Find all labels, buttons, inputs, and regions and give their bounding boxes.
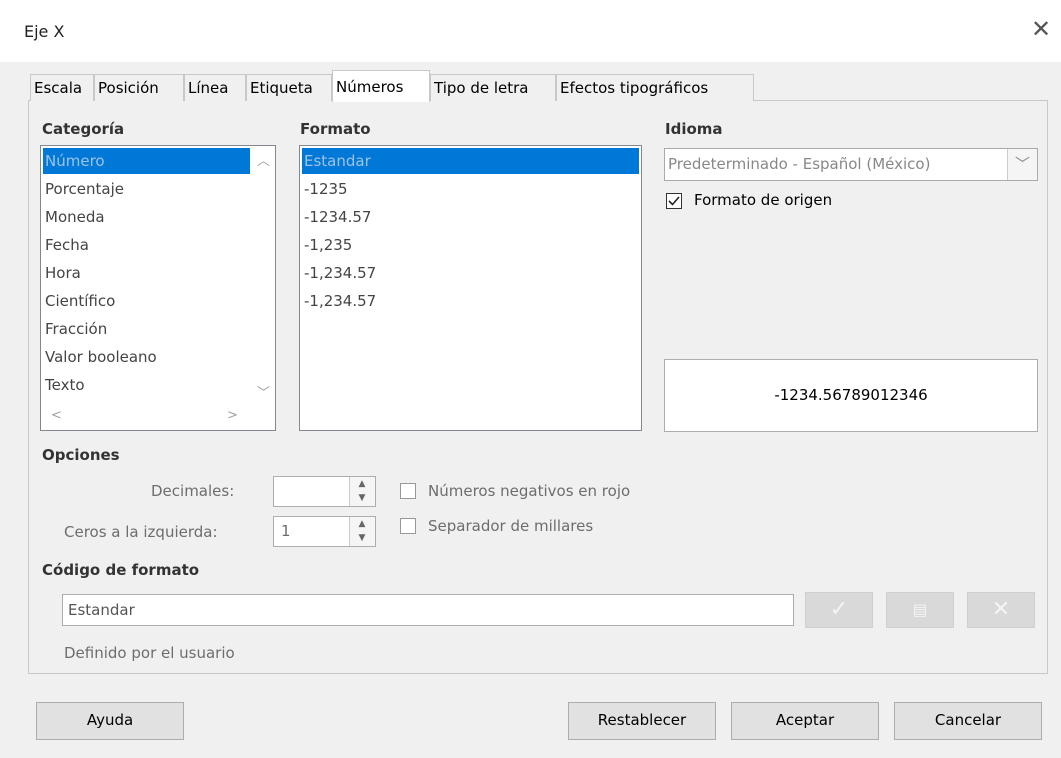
cancel-button[interactable]: Cancelar xyxy=(894,702,1042,740)
comment-format-button[interactable]: ▤ xyxy=(886,592,954,628)
separador-millares-checkbox[interactable] xyxy=(400,518,416,534)
list-item[interactable]: Valor booleano xyxy=(43,344,157,370)
scroll-left-icon[interactable]: < xyxy=(51,408,62,423)
ceros-spin-buttons[interactable]: ▲ ▼ xyxy=(349,517,375,546)
scroll-down-icon[interactable]: ﹀ xyxy=(257,382,270,401)
delete-icon: ✕ xyxy=(991,597,1011,622)
list-item[interactable]: -1235 xyxy=(302,176,348,202)
close-icon[interactable]: ✕ xyxy=(1028,16,1054,42)
format-preview: -1234.56789012346 xyxy=(664,359,1038,432)
tab-escala[interactable]: Escala xyxy=(30,74,94,101)
idioma-dropdown[interactable]: Predeterminado - Español (México) ﹀ xyxy=(664,148,1038,181)
ceros-izquierda-label: Ceros a la izquierda: xyxy=(64,523,218,541)
decimales-spin-buttons[interactable]: ▲ ▼ xyxy=(349,477,375,506)
delete-format-button[interactable]: ✕ xyxy=(967,592,1035,628)
ceros-stepper[interactable]: 1 ▲ ▼ xyxy=(273,516,376,547)
idioma-header: Idioma xyxy=(665,120,723,138)
reset-button[interactable]: Restablecer xyxy=(568,702,716,740)
chevron-down-icon[interactable]: ﹀ xyxy=(1007,149,1037,180)
list-item[interactable]: Fracción xyxy=(43,316,107,342)
list-item[interactable]: Estandar xyxy=(302,148,639,174)
list-item[interactable]: Científico xyxy=(43,288,115,314)
formato-origen-label: Formato de origen xyxy=(694,191,833,209)
list-item[interactable]: -1,234.57 xyxy=(302,260,376,286)
scroll-right-icon[interactable]: > xyxy=(227,408,238,423)
list-item[interactable]: -1,234.57 xyxy=(302,288,376,314)
spin-down-icon[interactable]: ▼ xyxy=(350,531,374,545)
spin-up-icon[interactable]: ▲ xyxy=(350,477,374,491)
list-item[interactable]: Número xyxy=(43,148,250,174)
vertical-scrollbar[interactable]: ︿ ﹀ xyxy=(250,146,275,402)
formato-origen-checkbox[interactable] xyxy=(666,193,682,209)
categoria-header: Categoría xyxy=(42,120,125,138)
list-item[interactable]: -1234.57 xyxy=(302,204,371,230)
tab-etiqueta[interactable]: Etiqueta xyxy=(246,74,332,101)
codigo-formato-header: Código de formato xyxy=(42,561,200,579)
ceros-value: 1 xyxy=(281,522,291,540)
separador-millares-label: Separador de millares xyxy=(428,517,594,535)
negativos-rojo-label: Números negativos en rojo xyxy=(428,482,631,500)
categoria-listbox[interactable]: Número Porcentaje Moneda Fecha Hora Cien… xyxy=(40,145,276,431)
accept-format-button[interactable]: ✓ xyxy=(805,592,873,628)
ok-button[interactable]: Aceptar xyxy=(731,702,879,740)
tab-posicion[interactable]: Posición xyxy=(94,74,184,101)
negativos-rojo-checkbox[interactable] xyxy=(400,483,416,499)
list-item[interactable]: -1,235 xyxy=(302,232,352,258)
spin-up-icon[interactable]: ▲ xyxy=(350,517,374,531)
decimales-label: Decimales: xyxy=(151,482,235,500)
definido-usuario-label: Definido por el usuario xyxy=(64,644,235,662)
tab-linea[interactable]: Línea xyxy=(184,74,246,101)
window-title: Eje X xyxy=(24,22,65,41)
horizontal-scrollbar[interactable]: < > xyxy=(41,404,275,430)
preview-value: -1234.56789012346 xyxy=(774,386,928,404)
checkmark-icon xyxy=(668,196,680,206)
title-bar xyxy=(0,0,1061,62)
list-item[interactable]: Hora xyxy=(43,260,81,286)
codigo-formato-input[interactable]: Estandar xyxy=(62,594,794,626)
list-item[interactable]: Moneda xyxy=(43,204,105,230)
list-item[interactable]: Fecha xyxy=(43,232,89,258)
comment-icon: ▤ xyxy=(912,600,928,619)
checkmark-icon: ✓ xyxy=(829,597,849,622)
tab-tipo-de-letra[interactable]: Tipo de letra xyxy=(430,74,556,101)
opciones-header: Opciones xyxy=(42,446,120,464)
idioma-value: Predeterminado - Español (México) xyxy=(668,155,931,173)
tab-efectos-tipograficos[interactable]: Efectos tipográficos xyxy=(556,74,754,101)
formato-header: Formato xyxy=(300,120,371,138)
spin-down-icon[interactable]: ▼ xyxy=(350,491,374,505)
list-item[interactable]: Texto xyxy=(43,372,85,398)
list-item[interactable]: Porcentaje xyxy=(43,176,124,202)
scroll-up-icon[interactable]: ︿ xyxy=(257,150,270,169)
tab-numeros[interactable]: Números xyxy=(332,70,430,102)
decimales-stepper[interactable]: ▲ ▼ xyxy=(273,476,376,507)
help-button[interactable]: Ayuda xyxy=(36,702,184,740)
formato-listbox[interactable]: Estandar -1235 -1234.57 -1,235 -1,234.57… xyxy=(299,145,642,431)
